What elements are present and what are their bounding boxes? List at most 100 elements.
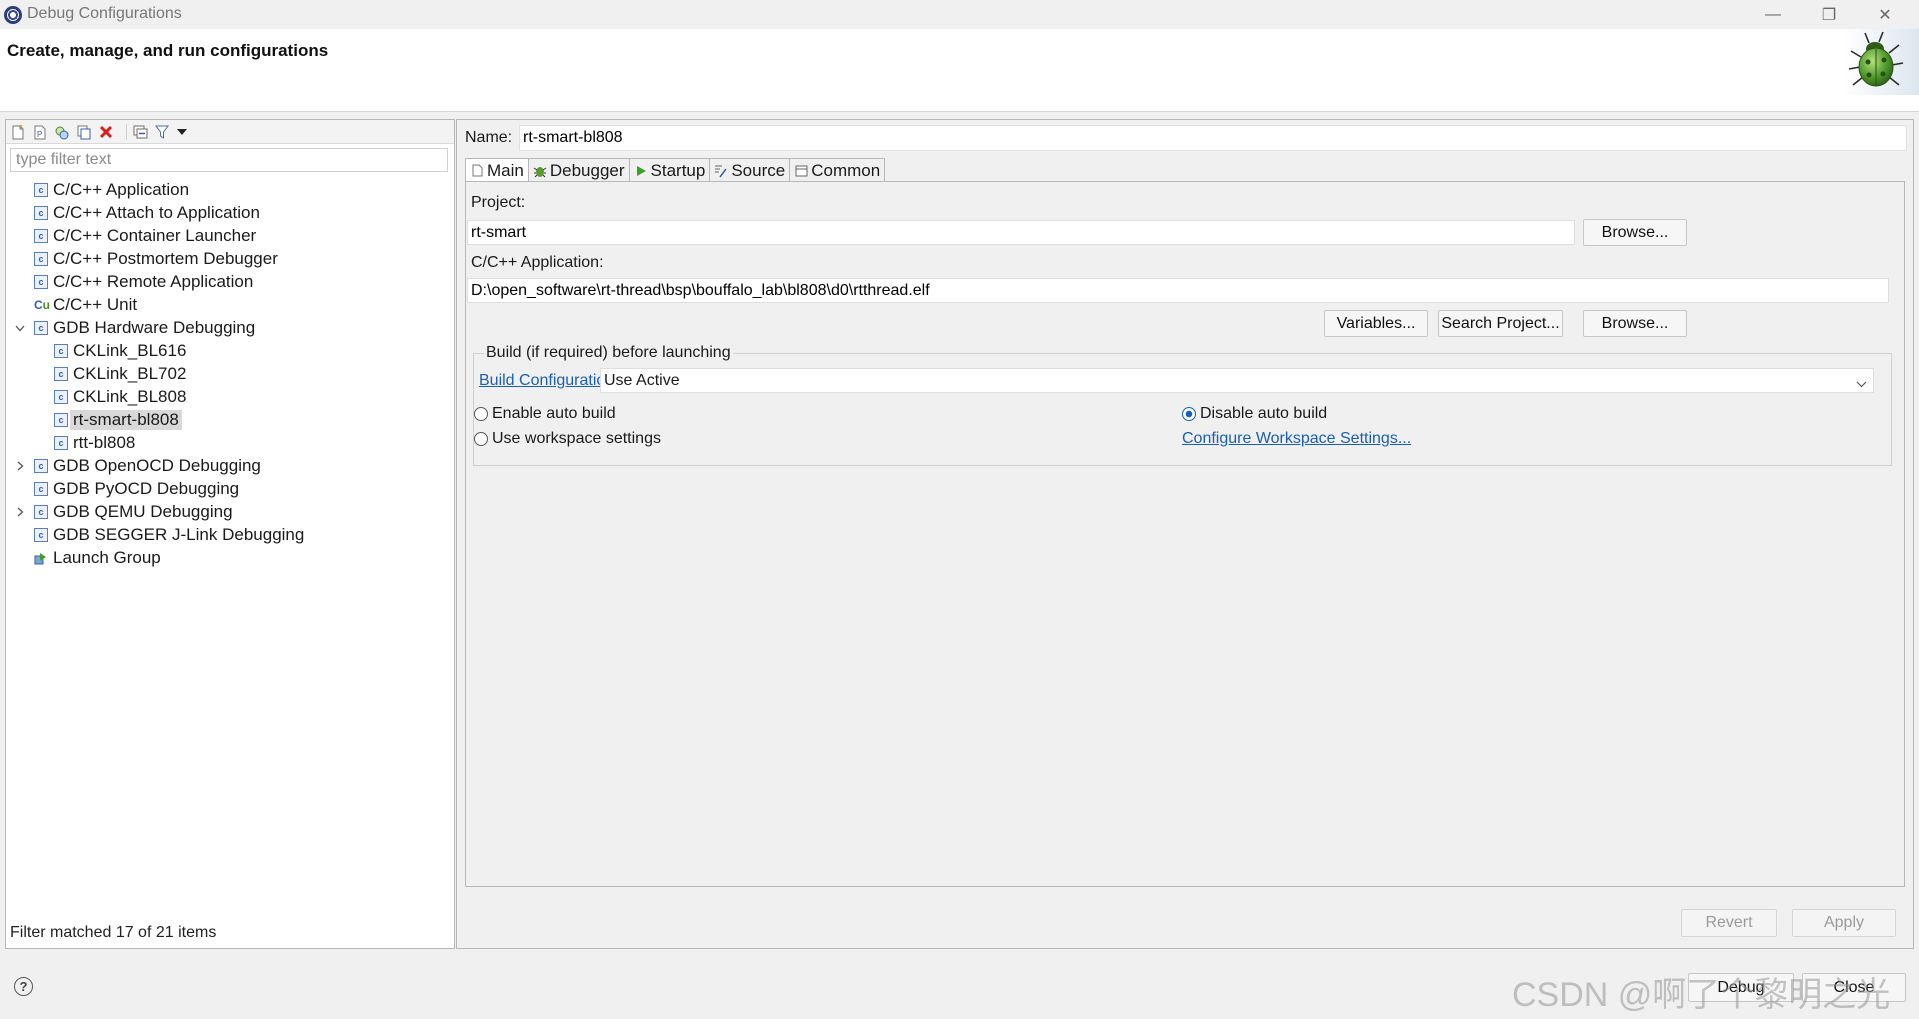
tab-label: Startup	[650, 160, 706, 180]
c-config-icon: c	[34, 320, 48, 335]
variables-button[interactable]: Variables...	[1324, 310, 1428, 337]
tab-startup[interactable]: Startup	[628, 158, 711, 182]
tree-item-gdb-hardware[interactable]: c GDB Hardware Debugging	[34, 316, 255, 339]
main-tab-icon	[470, 164, 484, 178]
chevron-down-icon	[1856, 375, 1867, 393]
filter-input[interactable]	[10, 148, 448, 172]
project-label: Project:	[471, 194, 526, 211]
common-tab-icon	[794, 164, 808, 178]
tree-item-label: GDB QEMU Debugging	[53, 501, 233, 521]
export-icon[interactable]	[54, 124, 70, 140]
toolbar-separator	[126, 124, 127, 140]
watermark: CSDN @啊了个黎明之光	[1512, 976, 1891, 1014]
tab-label: Main	[487, 160, 524, 180]
c-config-icon: c	[54, 435, 68, 450]
startup-tab-icon	[634, 164, 648, 178]
use-workspace-settings-option[interactable]: Use workspace settings	[474, 430, 661, 448]
window-title: Debug Configurations	[27, 5, 182, 22]
collapse-toggle-icon[interactable]	[14, 460, 26, 472]
tree-item-label: C/C++ Unit	[53, 294, 138, 314]
use-workspace-settings-radio[interactable]	[474, 432, 488, 446]
tree-item-label: GDB PyOCD Debugging	[53, 478, 240, 498]
tree-item-label: CKLink_BL702	[73, 363, 187, 383]
launch-group-icon	[34, 551, 48, 565]
tree-item-label: C/C++ Attach to Application	[53, 202, 260, 222]
expand-toggle-icon[interactable]	[14, 322, 26, 334]
name-field[interactable]	[519, 125, 1907, 151]
tree-item-gdb-pyocd[interactable]: c GDB PyOCD Debugging	[34, 477, 239, 500]
tree-item-label: GDB Hardware Debugging	[53, 317, 256, 337]
tab-main[interactable]: Main	[465, 158, 529, 182]
disable-auto-build-option[interactable]: Disable auto build	[1182, 405, 1327, 423]
build-configuration-select[interactable]: Use Active	[600, 368, 1874, 393]
enable-auto-build-radio[interactable]	[474, 407, 488, 421]
c-unit-icon: Cu	[34, 297, 51, 312]
tab-common[interactable]: Common	[789, 158, 886, 182]
close-window-button[interactable]: ✕	[1862, 2, 1908, 28]
collapse-toggle-icon[interactable]	[14, 506, 26, 518]
tree-item-label: CKLink_BL616	[73, 340, 187, 360]
application-field[interactable]	[467, 278, 1889, 303]
source-tab-icon	[714, 164, 728, 178]
filter-icon[interactable]	[154, 124, 170, 140]
duplicate-icon[interactable]	[76, 124, 92, 140]
application-browse-button[interactable]: Browse...	[1583, 310, 1687, 337]
collapse-all-icon[interactable]	[132, 124, 148, 140]
enable-auto-build-option[interactable]: Enable auto build	[474, 405, 616, 423]
revert-button[interactable]: Revert	[1681, 909, 1777, 937]
search-project-button[interactable]: Search Project...	[1438, 310, 1563, 337]
disable-auto-build-radio[interactable]	[1182, 407, 1196, 421]
tree-item-cpp-container[interactable]: c C/C++ Container Launcher	[34, 224, 256, 247]
tab-label: Source	[731, 160, 786, 180]
c-config-icon: c	[34, 182, 48, 197]
tab-bar: Main Debugger Startup Source Common	[465, 158, 886, 182]
tree-item-launch-group[interactable]: Launch Group	[34, 546, 161, 569]
eclipse-app-icon	[4, 6, 22, 24]
tree-item-gdb-qemu[interactable]: c GDB QEMU Debugging	[34, 500, 233, 523]
c-config-icon: c	[34, 251, 48, 266]
project-field[interactable]	[467, 220, 1575, 245]
view-menu-icon[interactable]	[174, 124, 190, 140]
tree-item-rt-smart-bl808[interactable]: c rt-smart-bl808	[54, 408, 182, 431]
c-config-icon: c	[34, 481, 48, 496]
tree-item-gdb-segger[interactable]: c GDB SEGGER J-Link Debugging	[34, 523, 304, 546]
header-banner: Create, manage, and run configurations	[0, 29, 1919, 112]
tree-item-rtt-bl808[interactable]: c rtt-bl808	[54, 431, 135, 454]
configuration-list-panel: P c C/C++ Application c C/C++ Att	[5, 119, 455, 949]
c-config-icon: c	[34, 527, 48, 542]
tree-item-cpp-application[interactable]: c C/C++ Application	[34, 178, 189, 201]
filter-status-text: Filter matched 17 of 21 items	[10, 924, 217, 941]
tree-item-cpp-postmortem[interactable]: c C/C++ Postmortem Debugger	[34, 247, 278, 270]
new-prototype-icon[interactable]: P	[32, 124, 48, 140]
tree-item-label: Launch Group	[53, 547, 161, 567]
banner-title: Create, manage, and run configurations	[7, 41, 329, 60]
c-config-icon: c	[54, 412, 68, 427]
tree-item-cpp-attach[interactable]: c C/C++ Attach to Application	[34, 201, 260, 224]
tab-debugger[interactable]: Debugger	[527, 158, 630, 182]
radio-label: Enable auto build	[492, 405, 616, 422]
svg-text:P: P	[37, 130, 42, 139]
restore-button[interactable]: ❐	[1806, 2, 1852, 28]
tree-item-gdb-openocd[interactable]: c GDB OpenOCD Debugging	[34, 454, 261, 477]
configure-workspace-link[interactable]: Configure Workspace Settings...	[1182, 430, 1411, 448]
tree-item-cklink-bl616[interactable]: c CKLink_BL616	[54, 339, 186, 362]
tree-item-label: GDB OpenOCD Debugging	[53, 455, 261, 475]
debugger-tab-icon	[533, 164, 547, 178]
tab-label: Debugger	[549, 160, 625, 180]
tree-item-cpp-unit[interactable]: Cu C/C++ Unit	[34, 293, 137, 316]
project-browse-button[interactable]: Browse...	[1583, 219, 1687, 246]
c-config-icon: c	[34, 504, 48, 519]
tab-label: Common	[811, 160, 881, 180]
tab-source[interactable]: Source	[709, 158, 791, 182]
c-config-icon: c	[54, 389, 68, 404]
new-configuration-icon[interactable]	[10, 124, 26, 140]
tree-item-label: C/C++ Postmortem Debugger	[53, 248, 278, 268]
build-configuration-link[interactable]: Build Configuration:	[479, 372, 619, 390]
tree-item-cpp-remote[interactable]: c C/C++ Remote Application	[34, 270, 253, 293]
apply-button[interactable]: Apply	[1792, 909, 1896, 937]
minimize-button[interactable]: —	[1750, 2, 1796, 28]
delete-icon[interactable]	[98, 124, 114, 140]
help-icon[interactable]: ?	[14, 977, 33, 996]
tree-item-cklink-bl808[interactable]: c CKLink_BL808	[54, 385, 186, 408]
tree-item-cklink-bl702[interactable]: c CKLink_BL702	[54, 362, 186, 385]
